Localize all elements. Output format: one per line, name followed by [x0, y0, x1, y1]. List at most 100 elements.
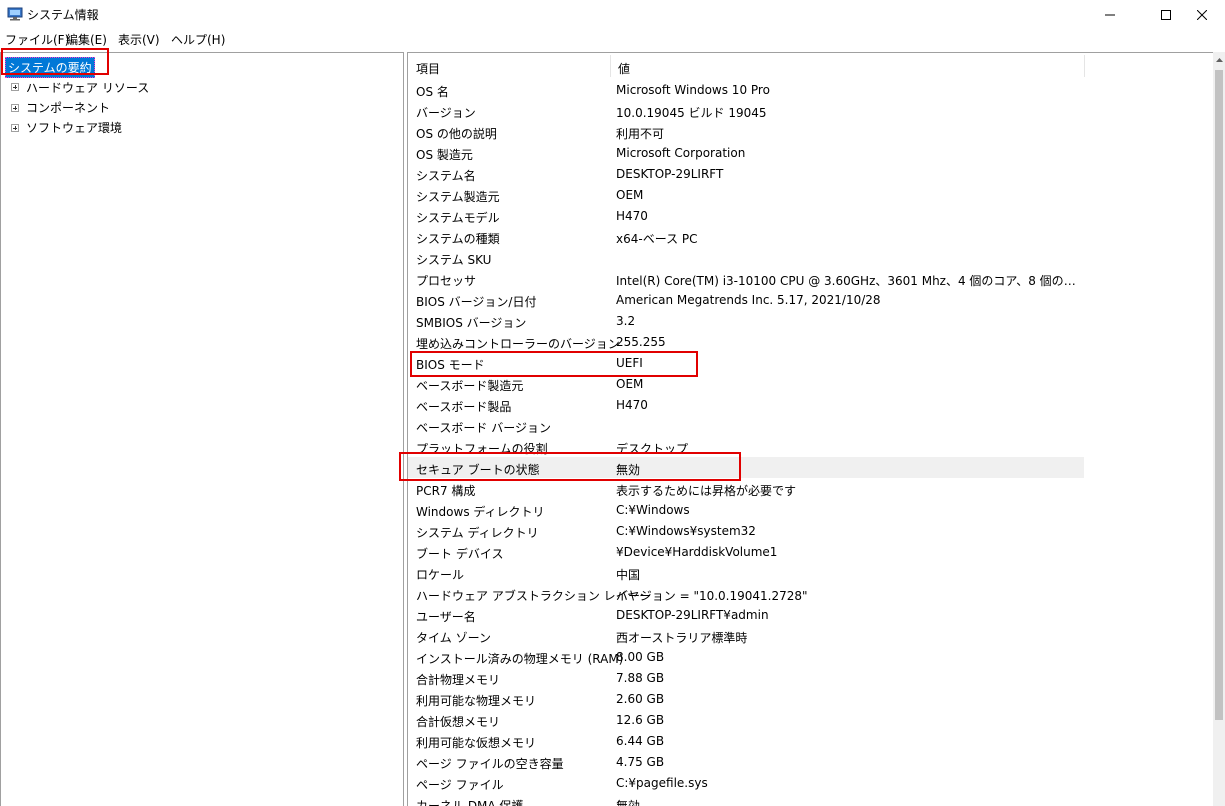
row-item-label: BIOS バージョン/日付: [416, 295, 537, 309]
table-row[interactable]: セキュア ブートの状態 無効: [408, 457, 1084, 478]
table-row[interactable]: プロセッサ Intel(R) Core(TM) i3-10100 CPU @ 3.…: [408, 268, 1084, 289]
table-row[interactable]: ページ ファイルの空き容量 4.75 GB: [408, 751, 1084, 772]
table-row[interactable]: ユーザー名 DESKTOP-29LIRFT¥admin: [408, 604, 1084, 625]
table-row[interactable]: タイム ゾーン 西オーストラリア標準時: [408, 625, 1084, 646]
row-item-value: Intel(R) Core(TM) i3-10100 CPU @ 3.60GHz…: [616, 274, 1080, 288]
row-item-value: C:¥Windows¥system32: [616, 524, 756, 538]
minimize-icon: [1105, 14, 1115, 15]
table-row[interactable]: システムの種類 x64-ベース PC: [408, 226, 1084, 247]
column-divider[interactable]: [1084, 55, 1085, 77]
category-tree[interactable]: システムの要約 ハードウェア リソース コンポーネント ソフトウェア環境: [0, 52, 404, 806]
menu-bar: ファイル(F) 編集(E) 表示(V) ヘルプ(H): [0, 29, 1225, 49]
table-row[interactable]: システムモデル H470: [408, 205, 1084, 226]
menu-help[interactable]: ヘルプ(H): [171, 31, 225, 48]
table-row[interactable]: プラットフォームの役割 デスクトップ: [408, 436, 1084, 457]
expand-icon[interactable]: [11, 83, 19, 91]
scrollbar-thumb[interactable]: [1215, 70, 1223, 720]
table-row[interactable]: ハードウェア アブストラクション レイヤー バージョン = "10.0.19041…: [408, 583, 1084, 604]
table-row[interactable]: 利用可能な物理メモリ 2.60 GB: [408, 688, 1084, 709]
table-row[interactable]: システム ディレクトリ C:¥Windows¥system32: [408, 520, 1084, 541]
row-item-label: ページ ファイルの空き容量: [416, 757, 564, 771]
row-item-value: 12.6 GB: [616, 713, 665, 727]
minimize-button[interactable]: [1087, 0, 1133, 29]
column-divider[interactable]: [610, 55, 611, 77]
row-item-value: 中国: [616, 568, 641, 582]
table-row[interactable]: ベースボード製品 H470: [408, 394, 1084, 415]
maximize-icon: [1161, 9, 1171, 20]
tree-item-hardware-resources[interactable]: ハードウェア リソース: [26, 79, 149, 96]
row-item-value: H470: [616, 398, 648, 412]
vertical-scrollbar[interactable]: [1213, 52, 1225, 806]
row-item-value: 7.88 GB: [616, 671, 665, 685]
row-item-label: OS 製造元: [416, 148, 473, 162]
row-item-label: Windows ディレクトリ: [416, 505, 545, 519]
expand-icon[interactable]: [11, 104, 19, 112]
table-row[interactable]: システム SKU: [408, 247, 1084, 268]
table-row[interactable]: 合計物理メモリ 7.88 GB: [408, 667, 1084, 688]
tree-item-components[interactable]: コンポーネント: [26, 99, 110, 116]
table-row[interactable]: ロケール 中国: [408, 562, 1084, 583]
row-item-label: セキュア ブートの状態: [416, 463, 540, 477]
table-row[interactable]: システム名 DESKTOP-29LIRFT: [408, 163, 1084, 184]
system-info-icon: [7, 7, 23, 21]
table-row[interactable]: SMBIOS バージョン 3.2: [408, 310, 1084, 331]
table-row[interactable]: OS 名 Microsoft Windows 10 Pro: [408, 79, 1084, 100]
menu-view[interactable]: 表示(V): [118, 31, 160, 48]
table-row[interactable]: 利用可能な仮想メモリ 6.44 GB: [408, 730, 1084, 751]
table-row[interactable]: ブート デバイス ¥Device¥HarddiskVolume1: [408, 541, 1084, 562]
row-item-label: BIOS モード: [416, 358, 485, 372]
row-item-value: C:¥Windows: [616, 503, 690, 517]
row-item-label: 利用可能な物理メモリ: [416, 694, 537, 708]
table-row[interactable]: BIOS モード UEFI: [408, 352, 1084, 373]
row-item-value: OEM: [616, 188, 644, 202]
table-row[interactable]: Windows ディレクトリ C:¥Windows: [408, 499, 1084, 520]
menu-file[interactable]: ファイル(F): [5, 31, 69, 48]
detail-pane: 項目 値 OS 名 Microsoft Windows 10 Pro バージョン 10…: [407, 52, 1225, 806]
row-item-label: カーネル DMA 保護: [416, 799, 524, 806]
row-item-value: Microsoft Corporation: [616, 146, 746, 160]
row-item-label: ベースボード バージョン: [416, 421, 551, 435]
title-bar: システム情報: [0, 0, 1225, 29]
table-row[interactable]: BIOS バージョン/日付 American Megatrends Inc. 5.…: [408, 289, 1084, 310]
table-row[interactable]: PCR7 構成 表示するためには昇格が必要です: [408, 478, 1084, 499]
row-item-value: 6.44 GB: [616, 734, 665, 748]
table-row[interactable]: ページ ファイル C:¥pagefile.sys: [408, 772, 1084, 793]
tree-item-system-summary[interactable]: システムの要約: [5, 57, 95, 78]
table-row[interactable]: 埋め込みコントローラーのバージョン 255.255: [408, 331, 1084, 352]
row-item-value: UEFI: [616, 356, 643, 370]
row-item-value: OEM: [616, 377, 644, 391]
close-button[interactable]: [1179, 0, 1225, 29]
table-row[interactable]: ベースボード製造元 OEM: [408, 373, 1084, 394]
row-item-value: American Megatrends Inc. 5.17, 2021/10/2…: [616, 293, 881, 307]
row-item-label: システム製造元: [416, 190, 500, 204]
expand-icon[interactable]: [11, 124, 19, 132]
row-item-value: 10.0.19045 ビルド 19045: [616, 106, 767, 120]
scroll-up-icon[interactable]: [1213, 52, 1225, 68]
row-item-value: DESKTOP-29LIRFT: [616, 167, 724, 181]
row-item-label: ブート デバイス: [416, 547, 504, 561]
table-row[interactable]: OS の他の説明 利用不可: [408, 121, 1084, 142]
row-item-value: 4.75 GB: [616, 755, 665, 769]
row-item-label: PCR7 構成: [416, 484, 476, 498]
window-title: システム情報: [27, 8, 99, 22]
row-item-label: ベースボード製造元: [416, 379, 524, 393]
row-item-label: 合計物理メモリ: [416, 673, 501, 687]
table-row[interactable]: OS 製造元 Microsoft Corporation: [408, 142, 1084, 163]
row-item-value: Microsoft Windows 10 Pro: [616, 83, 770, 97]
table-row[interactable]: 合計仮想メモリ 12.6 GB: [408, 709, 1084, 730]
row-item-value: 無効: [616, 463, 641, 477]
tree-item-software-environment[interactable]: ソフトウェア環境: [26, 119, 122, 136]
table-row[interactable]: インストール済みの物理メモリ (RAM) 8.00 GB: [408, 646, 1084, 667]
row-item-value: 2.60 GB: [616, 692, 665, 706]
table-row[interactable]: バージョン 10.0.19045 ビルド 19045: [408, 100, 1084, 121]
row-item-value: DESKTOP-29LIRFT¥admin: [616, 608, 769, 622]
list-header: 項目 値: [408, 53, 1085, 79]
table-row[interactable]: ベースボード バージョン: [408, 415, 1084, 436]
column-header-item[interactable]: 項目: [416, 60, 440, 77]
table-row[interactable]: システム製造元 OEM: [408, 184, 1084, 205]
row-item-value: 255.255: [616, 335, 666, 349]
row-item-value: x64-ベース PC: [616, 232, 698, 246]
table-row[interactable]: カーネル DMA 保護 無効: [408, 793, 1084, 806]
column-header-value[interactable]: 値: [618, 60, 630, 77]
menu-edit[interactable]: 編集(E): [66, 31, 107, 48]
